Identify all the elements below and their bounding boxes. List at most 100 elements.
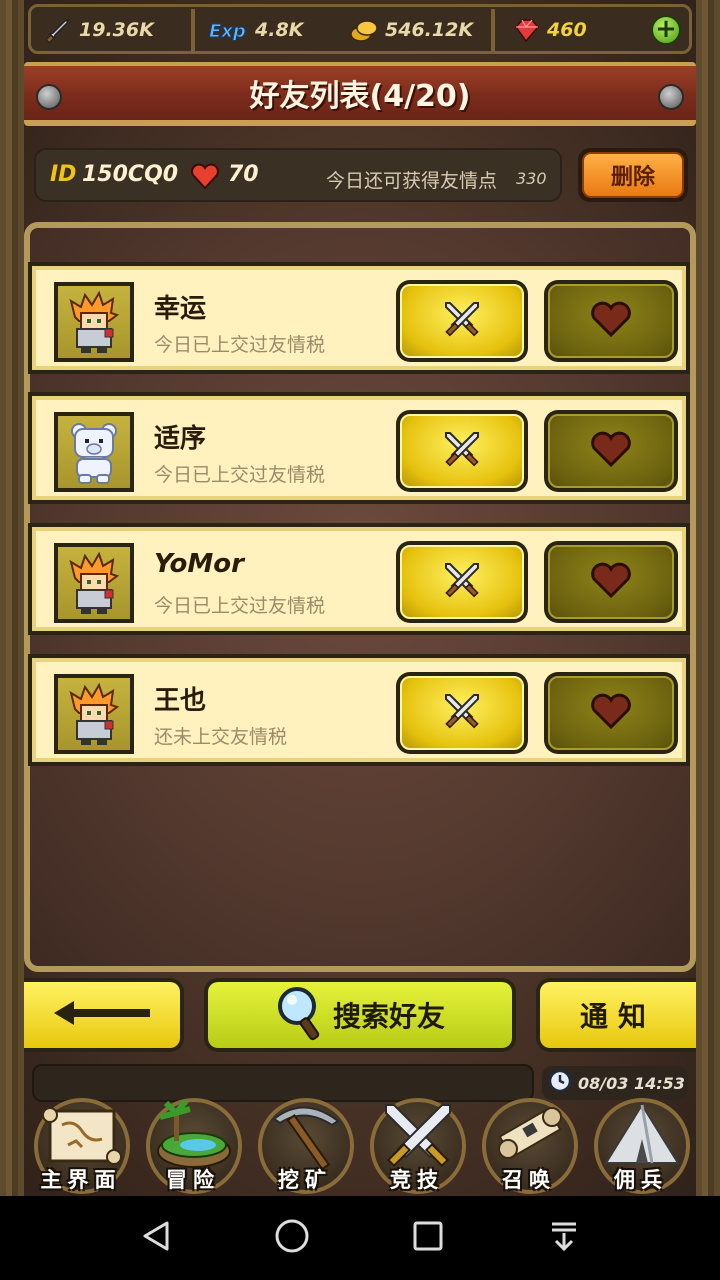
friend-avatar[interactable] xyxy=(54,543,134,623)
exp-icon: Exp xyxy=(207,15,249,45)
magnifier-icon xyxy=(275,984,323,1046)
send-heart-button[interactable] xyxy=(544,410,678,492)
bottom-nav: 主界面 冒险 挖矿 竞技 召唤 佣兵 xyxy=(24,1096,696,1196)
attack-resource: 19.36K xyxy=(43,13,154,47)
nav-label: 挖矿 xyxy=(278,1168,332,1192)
nav-label: 竞技 xyxy=(390,1168,444,1192)
friend-avatar[interactable] xyxy=(54,282,134,362)
nav-item-0[interactable]: 主界面 xyxy=(26,1096,136,1196)
divider xyxy=(491,9,495,51)
time-text: 08/03 14:53 xyxy=(578,1073,685,1093)
add-gems-button[interactable]: + xyxy=(651,15,681,45)
nav-item-2[interactable]: 挖矿 xyxy=(250,1096,360,1196)
crossed-swords-icon xyxy=(440,427,484,475)
gold-resource: 546.12K xyxy=(349,13,473,47)
heart-icon xyxy=(590,692,632,734)
send-heart-button[interactable] xyxy=(544,541,678,623)
search-friends-label: 搜索好友 xyxy=(332,1000,445,1033)
friend-avatar[interactable] xyxy=(54,412,134,492)
delete-button-label: 删除 xyxy=(582,152,684,198)
challenge-button[interactable] xyxy=(396,280,528,362)
friend-name: 适序 xyxy=(154,424,207,454)
heart-icon xyxy=(590,430,632,472)
nav-label: 召唤 xyxy=(502,1168,556,1192)
friend-status: 还未上交友情税 xyxy=(154,726,288,748)
friend-status: 今日已上交过友情税 xyxy=(154,464,326,486)
pull-down-icon xyxy=(547,1219,581,1257)
heart-icon xyxy=(590,561,632,603)
nav-label: 佣兵 xyxy=(614,1168,668,1192)
friend-status: 今日已上交过友情税 xyxy=(154,595,326,617)
search-friends-button[interactable]: 搜索好友 xyxy=(204,978,516,1052)
exp-resource: Exp 4.8K xyxy=(207,13,304,47)
right-wood-frame xyxy=(696,0,720,1196)
resource-bar: 19.36K Exp 4.8K 546.12K 460 + xyxy=(28,4,692,54)
heart-count: 70 xyxy=(228,162,259,187)
player-info-bar: ID 150CQ0 70 今日还可获得友情点 330 xyxy=(34,148,562,202)
back-nav-button[interactable] xyxy=(134,1216,178,1260)
orange-hair-knight-avatar xyxy=(58,286,130,358)
friend-row: 幸运今日已上交过友情税 xyxy=(28,262,690,374)
nav-label: 主界面 xyxy=(40,1168,122,1192)
friend-row: 适序今日已上交过友情税 xyxy=(28,392,690,504)
recents-nav-button[interactable] xyxy=(406,1216,450,1260)
home-nav-button[interactable] xyxy=(270,1216,314,1260)
nav-item-5[interactable]: 佣兵 xyxy=(586,1096,696,1196)
crossed-swords-icon xyxy=(440,297,484,345)
exp-value: 4.8K xyxy=(255,19,304,41)
white-bear-avatar xyxy=(58,416,130,488)
friend-name: 幸运 xyxy=(154,294,207,324)
friend-row: 王也 还未上交友情税 xyxy=(28,654,690,766)
nav-label: 冒险 xyxy=(166,1168,220,1192)
divider xyxy=(191,9,195,51)
challenge-button[interactable] xyxy=(396,410,528,492)
heart-icon xyxy=(190,162,220,194)
challenge-button[interactable] xyxy=(396,672,528,754)
friend-points-value: 330 xyxy=(516,169,547,188)
game-screen: 19.36K Exp 4.8K 546.12K 460 + 好友列表(4/20) xyxy=(0,0,720,1196)
notification-pull-button[interactable] xyxy=(542,1216,586,1260)
friend-row: YoMor 今日已上交过友情税 xyxy=(28,523,690,635)
gem-value: 460 xyxy=(547,19,587,41)
notice-label: 通知 xyxy=(540,982,696,1048)
page-title: 好友列表(4/20) xyxy=(249,79,471,114)
clock-icon xyxy=(548,1069,572,1097)
circle-home-icon xyxy=(274,1218,310,1258)
nav-item-1[interactable]: 冒险 xyxy=(138,1096,248,1196)
send-heart-button[interactable] xyxy=(544,280,678,362)
back-arrow-icon xyxy=(52,998,152,1032)
triangle-back-icon xyxy=(139,1219,173,1257)
notice-button[interactable]: 通知 xyxy=(536,978,696,1052)
friend-name: YoMor xyxy=(154,549,244,579)
nav-item-4[interactable]: 召唤 xyxy=(474,1096,584,1196)
attack-value: 19.36K xyxy=(79,19,154,41)
friend-name: 王也 xyxy=(154,686,207,716)
heart-icon xyxy=(590,300,632,342)
bolt-icon xyxy=(36,84,62,110)
friend-points-text: 今日还可获得友情点 xyxy=(326,170,498,192)
gold-value: 546.12K xyxy=(385,19,474,41)
square-recents-icon xyxy=(411,1219,445,1257)
delete-button[interactable]: 删除 xyxy=(578,148,688,202)
bolt-icon xyxy=(658,84,684,110)
gold-coins-icon xyxy=(349,15,379,45)
player-id: 150CQ0 xyxy=(82,162,179,187)
system-navigation-bar xyxy=(0,1196,720,1280)
orange-hair-knight-avatar xyxy=(58,547,130,619)
send-heart-button[interactable] xyxy=(544,672,678,754)
ruby-icon xyxy=(511,15,541,45)
left-wood-frame xyxy=(0,0,24,1196)
id-label: ID xyxy=(50,162,77,187)
crossed-swords-icon xyxy=(440,689,484,737)
title-banner: 好友列表(4/20) xyxy=(24,62,696,126)
crossed-swords-icon xyxy=(440,558,484,606)
challenge-button[interactable] xyxy=(396,541,528,623)
friend-status: 今日已上交过友情税 xyxy=(154,334,326,356)
nav-item-3[interactable]: 竞技 xyxy=(362,1096,472,1196)
back-button[interactable] xyxy=(24,978,184,1052)
gem-resource: 460 xyxy=(511,13,587,47)
orange-hair-knight-avatar xyxy=(58,678,130,750)
svg-text:Exp: Exp xyxy=(209,21,246,42)
sword-icon xyxy=(43,15,73,45)
friend-avatar[interactable] xyxy=(54,674,134,754)
